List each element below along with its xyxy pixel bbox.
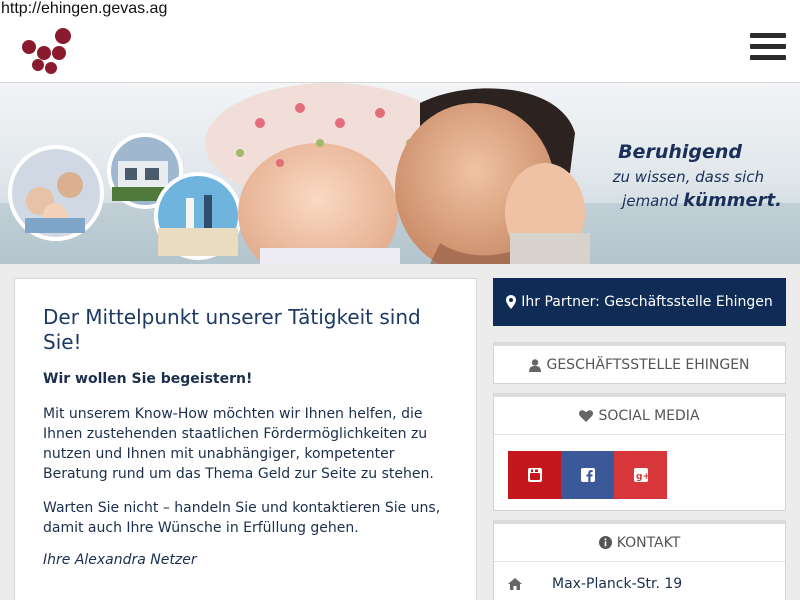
facebook-icon: [580, 468, 595, 482]
youtube-button[interactable]: [508, 451, 561, 499]
office-heading-label: GESCHÄFTSSTELLE EHINGEN: [546, 357, 750, 373]
social-heading-label: SOCIAL MEDIA: [598, 407, 700, 424]
home-icon: [508, 578, 522, 590]
info-circle-icon: [598, 536, 612, 549]
youtube-icon: [527, 468, 542, 482]
social-heading: SOCIAL MEDIA: [494, 397, 785, 435]
hamburger-icon[interactable]: [748, 30, 788, 64]
banner-slogan: Beruhigend zu wissen, dass sich jemand k…: [613, 139, 782, 213]
map-marker-icon: [506, 295, 517, 309]
main-paragraph-1: Mit unserem Know-How möchten wir Ihnen h…: [43, 406, 434, 482]
top-navigation: [0, 18, 800, 83]
signature: Ihre Alexandra Netzer: [43, 552, 197, 568]
contact-address-row: Max-Planck-Str. 19: [508, 576, 682, 592]
contact-heading: KONTAKT: [494, 524, 785, 562]
contact-heading-label: KONTAKT: [616, 534, 681, 551]
main-paragraph-2: Warten Sie nicht – handeln Sie und konta…: [43, 500, 441, 536]
partner-button-label: Ihr Partner: Geschäftsstelle Ehingen: [521, 294, 773, 310]
page-title: Der Mittelpunkt unserer Tätigkeit sind S…: [43, 305, 421, 354]
partner-button[interactable]: Ihr Partner: Geschäftsstelle Ehingen: [493, 278, 786, 326]
svg-text:g+: g+: [636, 472, 648, 482]
contact-box: KONTAKT Max-Planck-Str. 19: [493, 520, 786, 600]
grape-cluster-logo[interactable]: [18, 24, 78, 78]
family-photo-circle: [8, 145, 104, 241]
google-plus-icon: g+: [633, 468, 648, 482]
main-subtitle: Wir wollen Sie begeistern!: [43, 371, 253, 387]
hero-banner: Beruhigend zu wissen, dass sich jemand k…: [0, 83, 800, 264]
beach-photo-circle: [154, 172, 242, 260]
google-plus-button[interactable]: g+: [614, 451, 667, 499]
office-box: GESCHÄFTSSTELLE EHINGEN: [493, 342, 786, 384]
user-icon: [529, 358, 542, 372]
slogan-line3: jemand kümmert.: [622, 190, 782, 211]
office-heading[interactable]: GESCHÄFTSSTELLE EHINGEN: [494, 346, 785, 384]
facebook-button[interactable]: [561, 451, 614, 499]
heart-icon: [579, 409, 594, 422]
social-media-box: SOCIAL MEDIA g+: [493, 393, 786, 511]
slogan-line2: zu wissen, dass sich: [612, 168, 764, 186]
address-street: Max-Planck-Str. 19: [552, 576, 683, 592]
social-buttons: g+: [508, 451, 667, 499]
slogan-line1: Beruhigend: [618, 141, 742, 163]
man-figure: [395, 88, 590, 264]
url-bar[interactable]: http://ehingen.gevas.ag: [0, 0, 800, 18]
main-content-card: Der Mittelpunkt unserer Tätigkeit sind S…: [14, 278, 477, 600]
